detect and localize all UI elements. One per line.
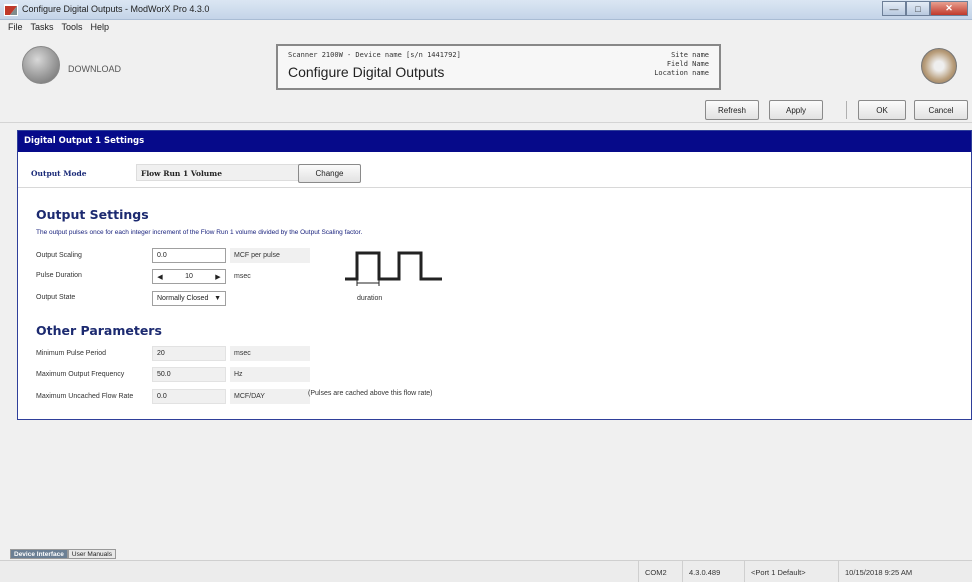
minimize-button[interactable]: — bbox=[882, 1, 906, 16]
menu-file[interactable]: File bbox=[4, 20, 27, 36]
pulse-duration-stepper[interactable]: ◀ 10 ▶ bbox=[152, 269, 226, 284]
other-parameters-title: Other Parameters bbox=[36, 323, 162, 338]
duration-label: duration bbox=[357, 295, 383, 302]
output-scaling-unit: MCF per pulse bbox=[230, 248, 310, 263]
stepper-left-arrow-icon[interactable]: ◀ bbox=[153, 270, 167, 283]
max-uncached-flow-unit: MCF/DAY bbox=[230, 389, 310, 404]
output-state-select[interactable]: Normally Closed ▼ bbox=[152, 291, 226, 306]
chevron-down-icon: ▼ bbox=[214, 295, 221, 302]
pulse-waveform-diagram bbox=[345, 251, 442, 286]
max-output-frequency-value: 50.0 bbox=[152, 367, 226, 382]
ok-button[interactable]: OK bbox=[858, 100, 906, 120]
min-pulse-period-value: 20 bbox=[152, 346, 226, 361]
stepper-right-arrow-icon[interactable]: ▶ bbox=[211, 270, 225, 283]
output-settings-description: The output pulses once for each integer … bbox=[36, 229, 363, 236]
close-button[interactable]: ✕ bbox=[930, 1, 968, 16]
status-port: COM2 bbox=[638, 561, 682, 582]
output-mode-label: Output Mode bbox=[31, 169, 87, 178]
window-controls: — □ ✕ bbox=[882, 1, 968, 16]
output-state-value: Normally Closed bbox=[157, 295, 209, 302]
site-name: Site name bbox=[671, 51, 709, 59]
max-uncached-flow-value: 0.0 bbox=[152, 389, 226, 404]
min-pulse-period-unit: msec bbox=[230, 346, 310, 361]
field-name: Field Name bbox=[666, 60, 709, 68]
toolbar: Refresh Apply OK Cancel bbox=[0, 97, 972, 123]
output-scaling-label: Output Scaling bbox=[36, 252, 82, 259]
digital-output-panel: Digital Output 1 Settings Output Mode Fl… bbox=[17, 130, 972, 420]
menu-bar: File Tasks Tools Help bbox=[0, 20, 972, 36]
status-timestamp: 10/15/2018 9:25 AM bbox=[838, 561, 972, 582]
max-output-frequency-unit: Hz bbox=[230, 367, 310, 382]
menu-help[interactable]: Help bbox=[87, 20, 114, 36]
tab-device-interface[interactable]: Device Interface bbox=[10, 549, 68, 559]
menu-tasks[interactable]: Tasks bbox=[27, 20, 58, 36]
location-name: Location name bbox=[654, 69, 709, 77]
max-uncached-flow-label: Maximum Uncached Flow Rate bbox=[36, 393, 134, 400]
maximize-button[interactable]: □ bbox=[906, 1, 930, 16]
cache-note: (Pulses are cached above this flow rate) bbox=[308, 390, 433, 397]
output-mode-value: Flow Run 1 Volume bbox=[136, 164, 306, 181]
header: DOWNLOAD Scanner 2100W - Device name [s/… bbox=[0, 36, 972, 94]
download-button-label[interactable]: DOWNLOAD bbox=[68, 64, 121, 74]
cancel-button[interactable]: Cancel bbox=[914, 100, 968, 120]
refresh-button[interactable]: Refresh bbox=[705, 100, 759, 120]
output-state-label: Output State bbox=[36, 294, 76, 301]
pulse-duration-label: Pulse Duration bbox=[36, 272, 82, 279]
device-line: Scanner 2100W - Device name [s/n 1441792… bbox=[288, 51, 461, 59]
output-scaling-input[interactable]: 0.0 bbox=[152, 248, 226, 263]
menu-tools[interactable]: Tools bbox=[58, 20, 87, 36]
max-output-frequency-label: Maximum Output Frequency bbox=[36, 371, 125, 378]
fan-logo-icon bbox=[921, 48, 957, 84]
site-info: Site name Field Name Location name bbox=[654, 51, 709, 78]
bottom-tabs: Device Interface User Manuals bbox=[10, 549, 116, 559]
output-settings-title: Output Settings bbox=[36, 207, 149, 222]
status-bar: COM2 4.3.0.489 <Port 1 Default> 10/15/20… bbox=[0, 560, 972, 582]
title-bar: Configure Digital Outputs - ModWorX Pro … bbox=[0, 0, 972, 20]
pulse-duration-unit: msec bbox=[234, 273, 251, 280]
page-title: Configure Digital Outputs bbox=[288, 64, 445, 80]
window-title: Configure Digital Outputs - ModWorX Pro … bbox=[22, 4, 210, 14]
panel-title: Digital Output 1 Settings bbox=[18, 131, 971, 152]
toolbar-divider bbox=[846, 101, 847, 119]
status-version: 4.3.0.489 bbox=[682, 561, 744, 582]
output-mode-row: Output Mode Flow Run 1 Volume Change bbox=[18, 156, 971, 188]
app-logo-icon bbox=[4, 4, 18, 16]
device-info-box: Scanner 2100W - Device name [s/n 1441792… bbox=[276, 44, 721, 90]
pulse-duration-value[interactable]: 10 bbox=[167, 270, 211, 283]
download-orb-icon[interactable] bbox=[22, 46, 60, 84]
change-button[interactable]: Change bbox=[298, 164, 361, 183]
tab-user-manuals[interactable]: User Manuals bbox=[67, 549, 116, 559]
min-pulse-period-label: Minimum Pulse Period bbox=[36, 350, 107, 357]
apply-button[interactable]: Apply bbox=[769, 100, 823, 120]
status-profile: <Port 1 Default> bbox=[744, 561, 830, 582]
